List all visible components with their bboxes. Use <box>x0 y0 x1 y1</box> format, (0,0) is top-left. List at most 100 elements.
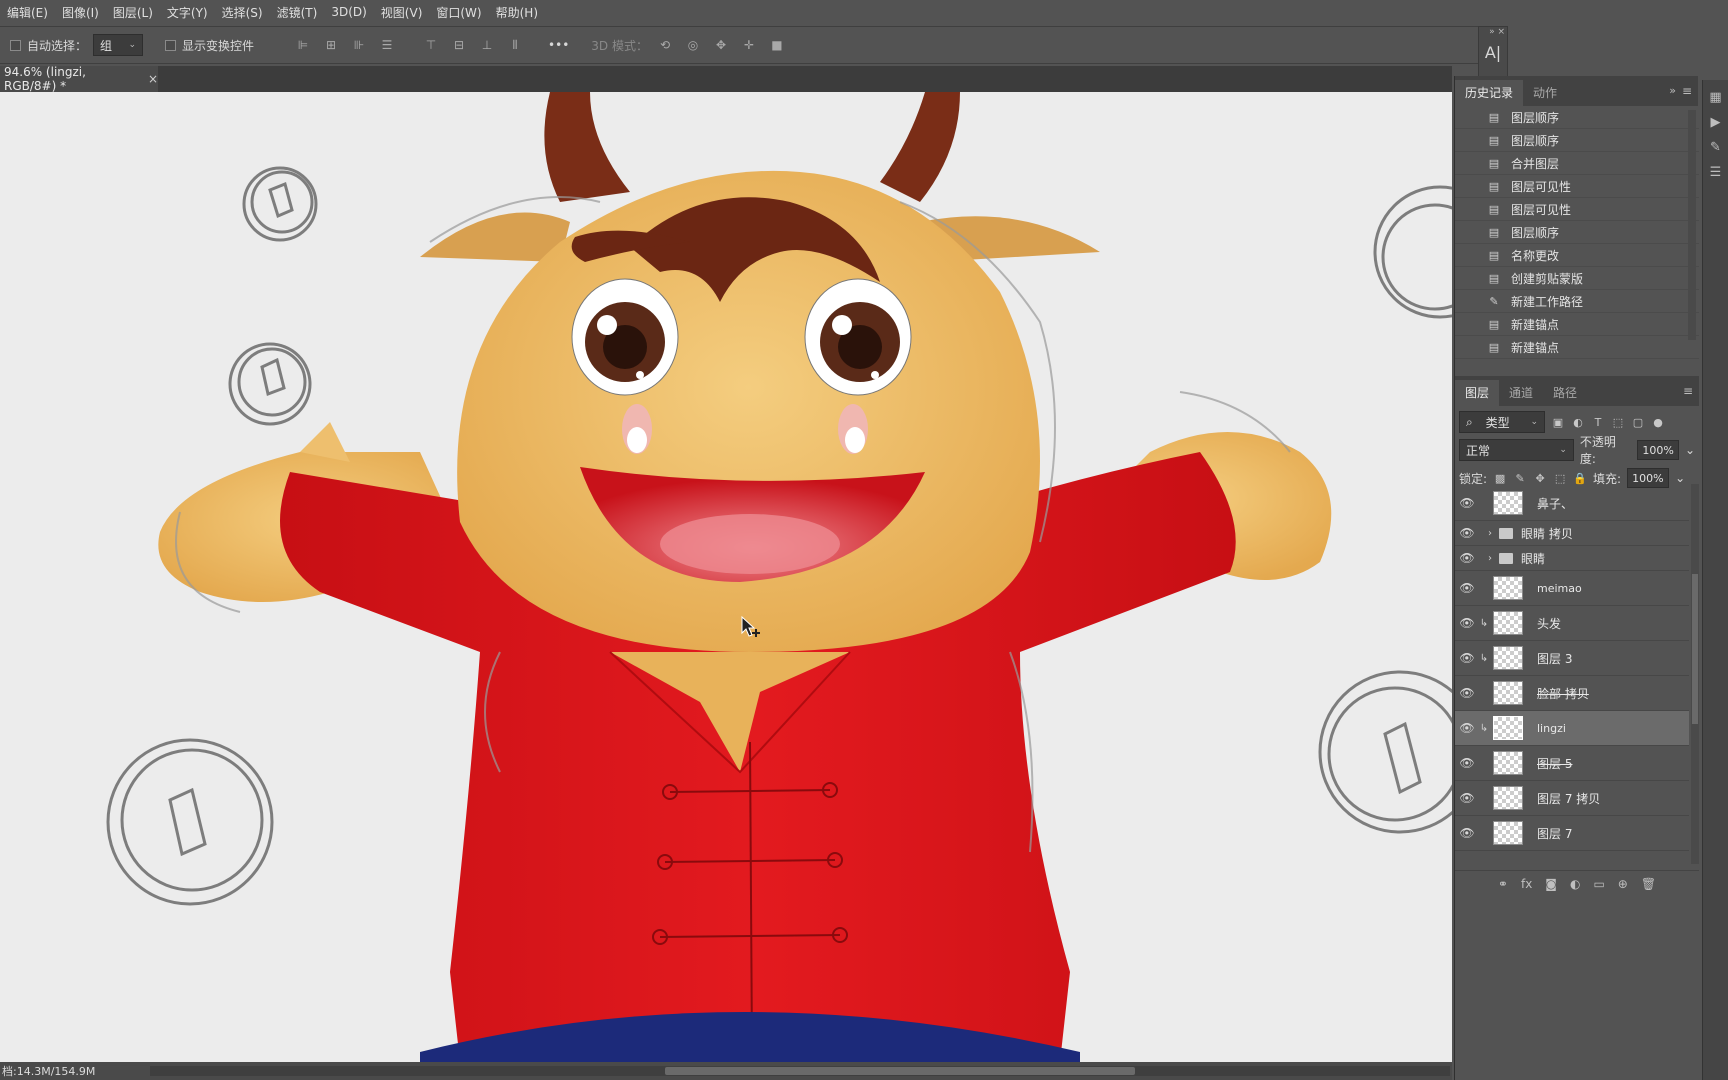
artwork-canvas[interactable] <box>0 92 1452 1062</box>
eye-icon[interactable]: 👁 <box>1455 526 1479 540</box>
layers-scroll-thumb[interactable] <box>1692 574 1698 724</box>
horizontal-scroll-thumb[interactable] <box>665 1067 1135 1075</box>
layer-row[interactable]: 👁 › 眼睛 拷贝 <box>1455 521 1689 546</box>
menu-edit[interactable]: 编辑(E) <box>0 4 55 21</box>
history-item[interactable]: ▤ 图层顺序 <box>1455 106 1699 129</box>
lock-position-icon[interactable]: ✥ <box>1533 471 1547 485</box>
type-filter-icon[interactable]: T <box>1591 415 1605 429</box>
history-item[interactable]: ▤ 图层可见性 <box>1455 175 1699 198</box>
tab-layers[interactable]: 图层 <box>1455 380 1500 406</box>
more-options-button[interactable]: ••• <box>548 38 569 52</box>
tab-paths[interactable]: 路径 <box>1543 380 1587 406</box>
eye-icon[interactable]: 👁 <box>1455 651 1479 665</box>
adjustment-filter-icon[interactable]: ◐ <box>1571 415 1585 429</box>
lock-transparent-icon[interactable]: ▩ <box>1493 471 1507 485</box>
history-item[interactable]: ▤ 新建锚点 <box>1455 336 1699 359</box>
layer-row[interactable]: 👁 ↳ 图层 3 <box>1455 641 1689 676</box>
history-item[interactable]: ✎ 新建工作路径 <box>1455 290 1699 313</box>
menu-layer[interactable]: 图层(L) <box>106 4 160 21</box>
add-mask-icon[interactable]: ◙ <box>1545 877 1557 891</box>
distribute-h-icon[interactable]: ☰ <box>376 34 398 56</box>
adjust-icon[interactable]: ☰ <box>1703 165 1728 180</box>
eye-icon[interactable]: 👁 <box>1455 721 1479 735</box>
layer-row[interactable]: 👁 图层 7 拷贝 <box>1455 781 1689 816</box>
layer-row-selected[interactable]: 👁 ↳ lingzi <box>1455 711 1689 746</box>
align-bottom-icon[interactable]: ⊥ <box>476 34 498 56</box>
document-tab[interactable]: 94.6% (lingzi, RGB/8#) * × <box>0 65 158 93</box>
link-layers-icon[interactable]: ⚭ <box>1498 877 1508 891</box>
fill-field[interactable]: 100% <box>1627 468 1670 488</box>
layer-row[interactable]: 👁 meimao <box>1455 571 1689 606</box>
history-scrollbar[interactable] <box>1688 110 1696 340</box>
menu-view[interactable]: 视图(V) <box>374 4 430 21</box>
play-icon[interactable]: ▶ <box>1703 115 1728 130</box>
chevron-down-icon[interactable]: ⌄ <box>1685 443 1695 457</box>
adjustment-layer-icon[interactable]: ◐ <box>1570 877 1580 891</box>
history-item[interactable]: ▤ 图层可见性 <box>1455 198 1699 221</box>
align-left-icon[interactable]: ⊫ <box>292 34 314 56</box>
eye-icon[interactable]: 👁 <box>1455 581 1479 595</box>
menu-3d[interactable]: 3D(D) <box>324 5 373 19</box>
align-top-icon[interactable]: ⊤ <box>420 34 442 56</box>
blend-mode-dropdown[interactable]: 正常 ⌄ <box>1459 439 1574 461</box>
history-item[interactable]: ▤ 图层顺序 <box>1455 129 1699 152</box>
eye-icon[interactable]: 👁 <box>1455 791 1479 805</box>
layer-row[interactable]: 👁 脸部 拷贝 <box>1455 676 1689 711</box>
lock-pixels-icon[interactable]: ✎ <box>1513 471 1527 485</box>
layer-filter-dropdown[interactable]: ⌕ 类型 ⌄ <box>1459 411 1545 433</box>
history-item[interactable]: ▤ 图层顺序 <box>1455 221 1699 244</box>
auto-select-dropdown[interactable]: 组 ⌄ <box>93 34 144 56</box>
layer-row[interactable]: 👁 鼻子、 <box>1455 486 1689 521</box>
eye-icon[interactable]: 👁 <box>1455 756 1479 770</box>
eye-icon[interactable]: 👁 <box>1455 616 1479 630</box>
character-icon[interactable]: A| <box>1479 43 1507 62</box>
menu-type[interactable]: 文字(Y) <box>160 4 215 21</box>
menu-help[interactable]: 帮助(H) <box>489 4 545 21</box>
3d-rotate-icon[interactable]: ⟲ <box>654 34 676 56</box>
chevron-down-icon[interactable]: ⌄ <box>1675 471 1685 485</box>
layer-row[interactable]: 👁 ↳ 头发 <box>1455 606 1689 641</box>
close-icon[interactable]: × <box>148 72 158 86</box>
eye-icon[interactable]: 👁 <box>1455 826 1479 840</box>
brush-icon[interactable]: ✎ <box>1703 140 1728 155</box>
eye-icon[interactable]: 👁 <box>1455 551 1479 565</box>
filter-toggle-icon[interactable]: ● <box>1651 415 1665 429</box>
tab-history[interactable]: 历史记录 <box>1455 80 1524 106</box>
menu-select[interactable]: 选择(S) <box>215 4 270 21</box>
image-filter-icon[interactable]: ▣ <box>1551 415 1565 429</box>
eye-icon[interactable]: 👁 <box>1455 686 1479 700</box>
distribute-v-icon[interactable]: ⦀ <box>504 34 526 56</box>
mini-panel-controls-icon[interactable]: » × <box>1479 27 1507 37</box>
tab-channels[interactable]: 通道 <box>1499 380 1543 406</box>
layers-scrollbar[interactable] <box>1691 484 1699 864</box>
collapse-icon[interactable]: » <box>1669 84 1676 97</box>
canvas-area[interactable] <box>0 92 1452 1062</box>
align-middle-v-icon[interactable]: ⊟ <box>448 34 470 56</box>
chevron-right-icon[interactable]: › <box>1483 553 1497 564</box>
auto-select-checkbox[interactable] <box>10 39 21 51</box>
menu-window[interactable]: 窗口(W) <box>429 4 488 21</box>
history-item[interactable]: ▤ 新建锚点 <box>1455 313 1699 336</box>
smart-object-filter-icon[interactable]: ▢ <box>1631 415 1645 429</box>
delete-layer-icon[interactable]: 🗑 <box>1641 877 1656 891</box>
lock-artboard-icon[interactable]: ⬚ <box>1553 471 1567 485</box>
layer-row[interactable]: 👁 图层 7 <box>1455 816 1689 851</box>
new-group-icon[interactable]: ▭ <box>1593 877 1604 891</box>
layer-style-icon[interactable]: fx <box>1521 877 1532 891</box>
align-right-icon[interactable]: ⊪ <box>348 34 370 56</box>
menu-image[interactable]: 图像(I) <box>55 4 106 21</box>
eye-icon[interactable]: 👁 <box>1455 496 1479 510</box>
3d-pan-icon[interactable]: ✥ <box>710 34 732 56</box>
show-transform-checkbox[interactable] <box>165 39 177 51</box>
layer-row[interactable]: 👁 图层 5 <box>1455 746 1689 781</box>
panel-toggle-icon[interactable]: ▦ <box>1703 90 1728 105</box>
tab-actions[interactable]: 动作 <box>1523 80 1567 106</box>
layer-row[interactable]: 👁 › 眼睛 <box>1455 546 1689 571</box>
new-layer-icon[interactable]: ⊕ <box>1618 877 1628 891</box>
history-item[interactable]: ▤ 创建剪贴蒙版 <box>1455 267 1699 290</box>
align-center-h-icon[interactable]: ⊞ <box>320 34 342 56</box>
history-item[interactable]: ▤ 合并图层 <box>1455 152 1699 175</box>
opacity-field[interactable]: 100% <box>1637 440 1679 460</box>
menu-filter[interactable]: 滤镜(T) <box>270 4 325 21</box>
panel-menu-icon[interactable]: ≡ <box>1683 384 1693 398</box>
